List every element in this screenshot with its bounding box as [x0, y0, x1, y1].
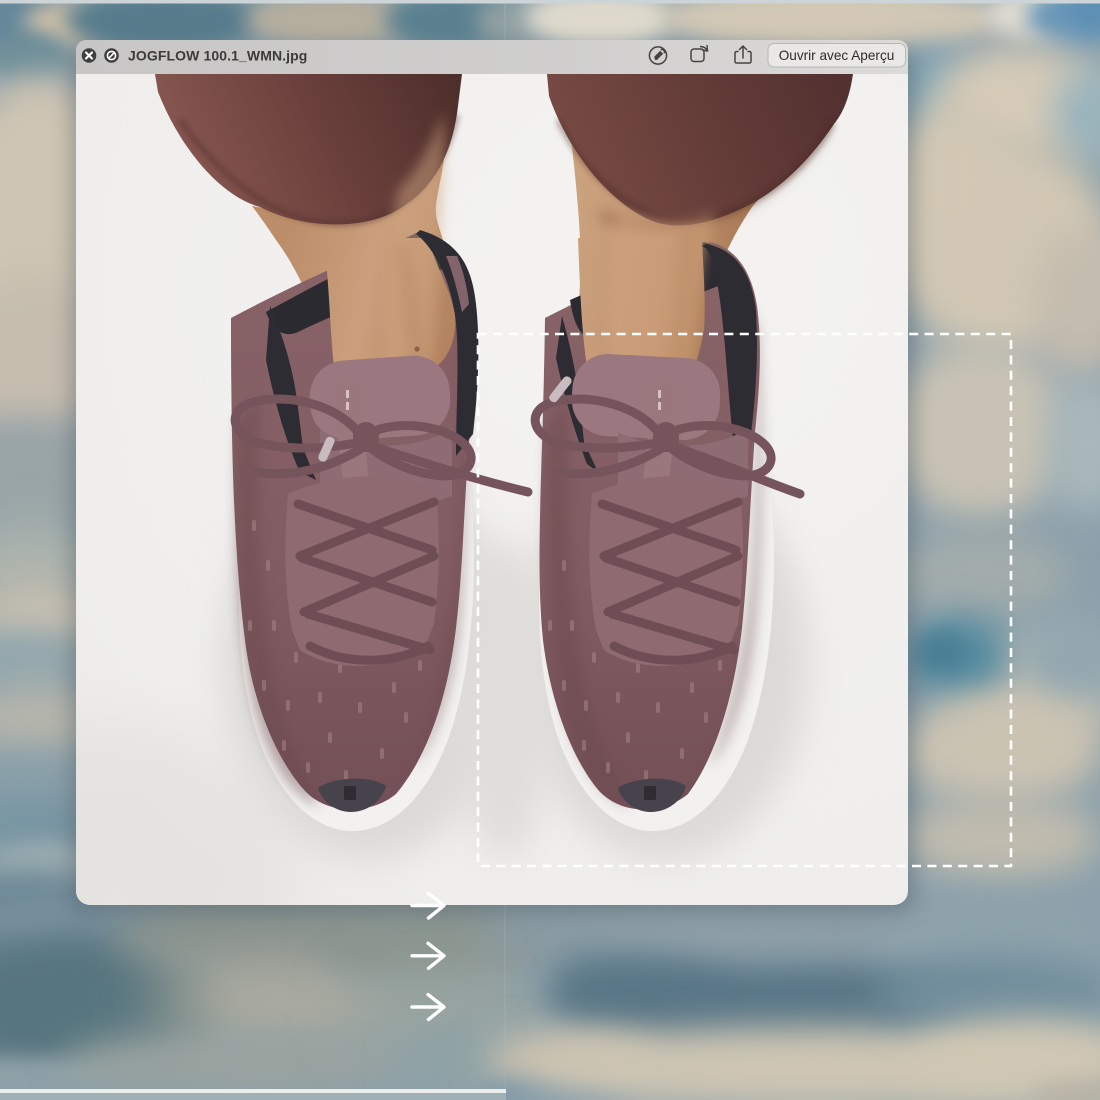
svg-text:Ouvrir avec Aperçu: Ouvrir avec Aperçu — [779, 48, 895, 63]
svg-text:JOGFLOW 100.1_WMN.jpg: JOGFLOW 100.1_WMN.jpg — [128, 48, 307, 64]
